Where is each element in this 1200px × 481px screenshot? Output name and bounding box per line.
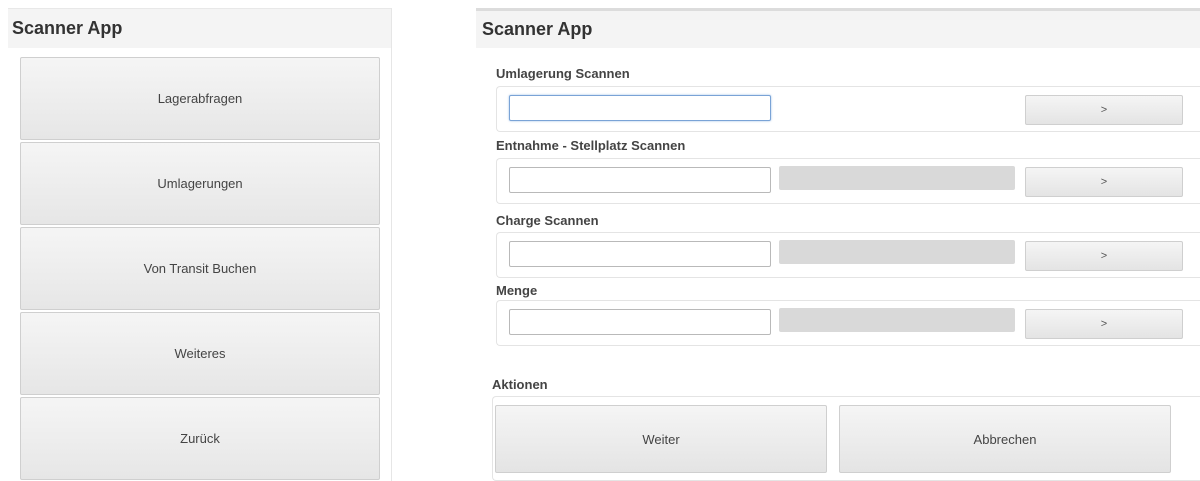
actions-label: Aktionen [492,377,548,392]
cancel-button[interactable]: Abbrechen [839,405,1171,473]
menu-list: Lagerabfragen Umlagerungen Von Transit B… [20,57,380,480]
menu-button-umlagerungen[interactable]: Umlagerungen [20,142,380,225]
menge-row: > [496,300,1200,346]
menu-button-lagerabfragen[interactable]: Lagerabfragen [20,57,380,140]
entnahme-stellplatz-submit-button[interactable]: > [1025,167,1183,197]
charge-submit-button[interactable]: > [1025,241,1183,271]
entnahme-stellplatz-display [779,166,1015,190]
main-menu-panel: Scanner App Lagerabfragen Umlagerungen V… [8,8,392,481]
entnahme-stellplatz-scan-row: > [496,158,1200,204]
menu-button-zurueck[interactable]: Zurück [20,397,380,480]
entnahme-stellplatz-scan-label: Entnahme - Stellplatz Scannen [496,138,686,153]
actions-box: Weiter Abbrechen [492,396,1200,481]
menu-button-von-transit-buchen[interactable]: Von Transit Buchen [20,227,380,310]
transfer-scan-panel: Scanner App Umlagerung Scannen > Entnahm… [476,8,1200,481]
umlagerung-scan-label: Umlagerung Scannen [496,66,630,81]
charge-display [779,240,1015,264]
umlagerung-scan-row: > [496,86,1200,132]
charge-scan-row: > [496,232,1200,278]
menge-submit-button[interactable]: > [1025,309,1183,339]
menge-label: Menge [496,283,538,298]
charge-scan-input[interactable] [509,241,771,267]
charge-scan-label: Charge Scannen [496,213,599,228]
app-title: Scanner App [8,8,391,48]
app-title: Scanner App [476,8,1200,48]
menge-display [779,308,1015,332]
menu-button-weiteres[interactable]: Weiteres [20,312,380,395]
umlagerung-submit-button[interactable]: > [1025,95,1183,125]
entnahme-stellplatz-scan-input[interactable] [509,167,771,193]
umlagerung-scan-input[interactable] [509,95,771,121]
next-button[interactable]: Weiter [495,405,827,473]
menge-input[interactable] [509,309,771,335]
